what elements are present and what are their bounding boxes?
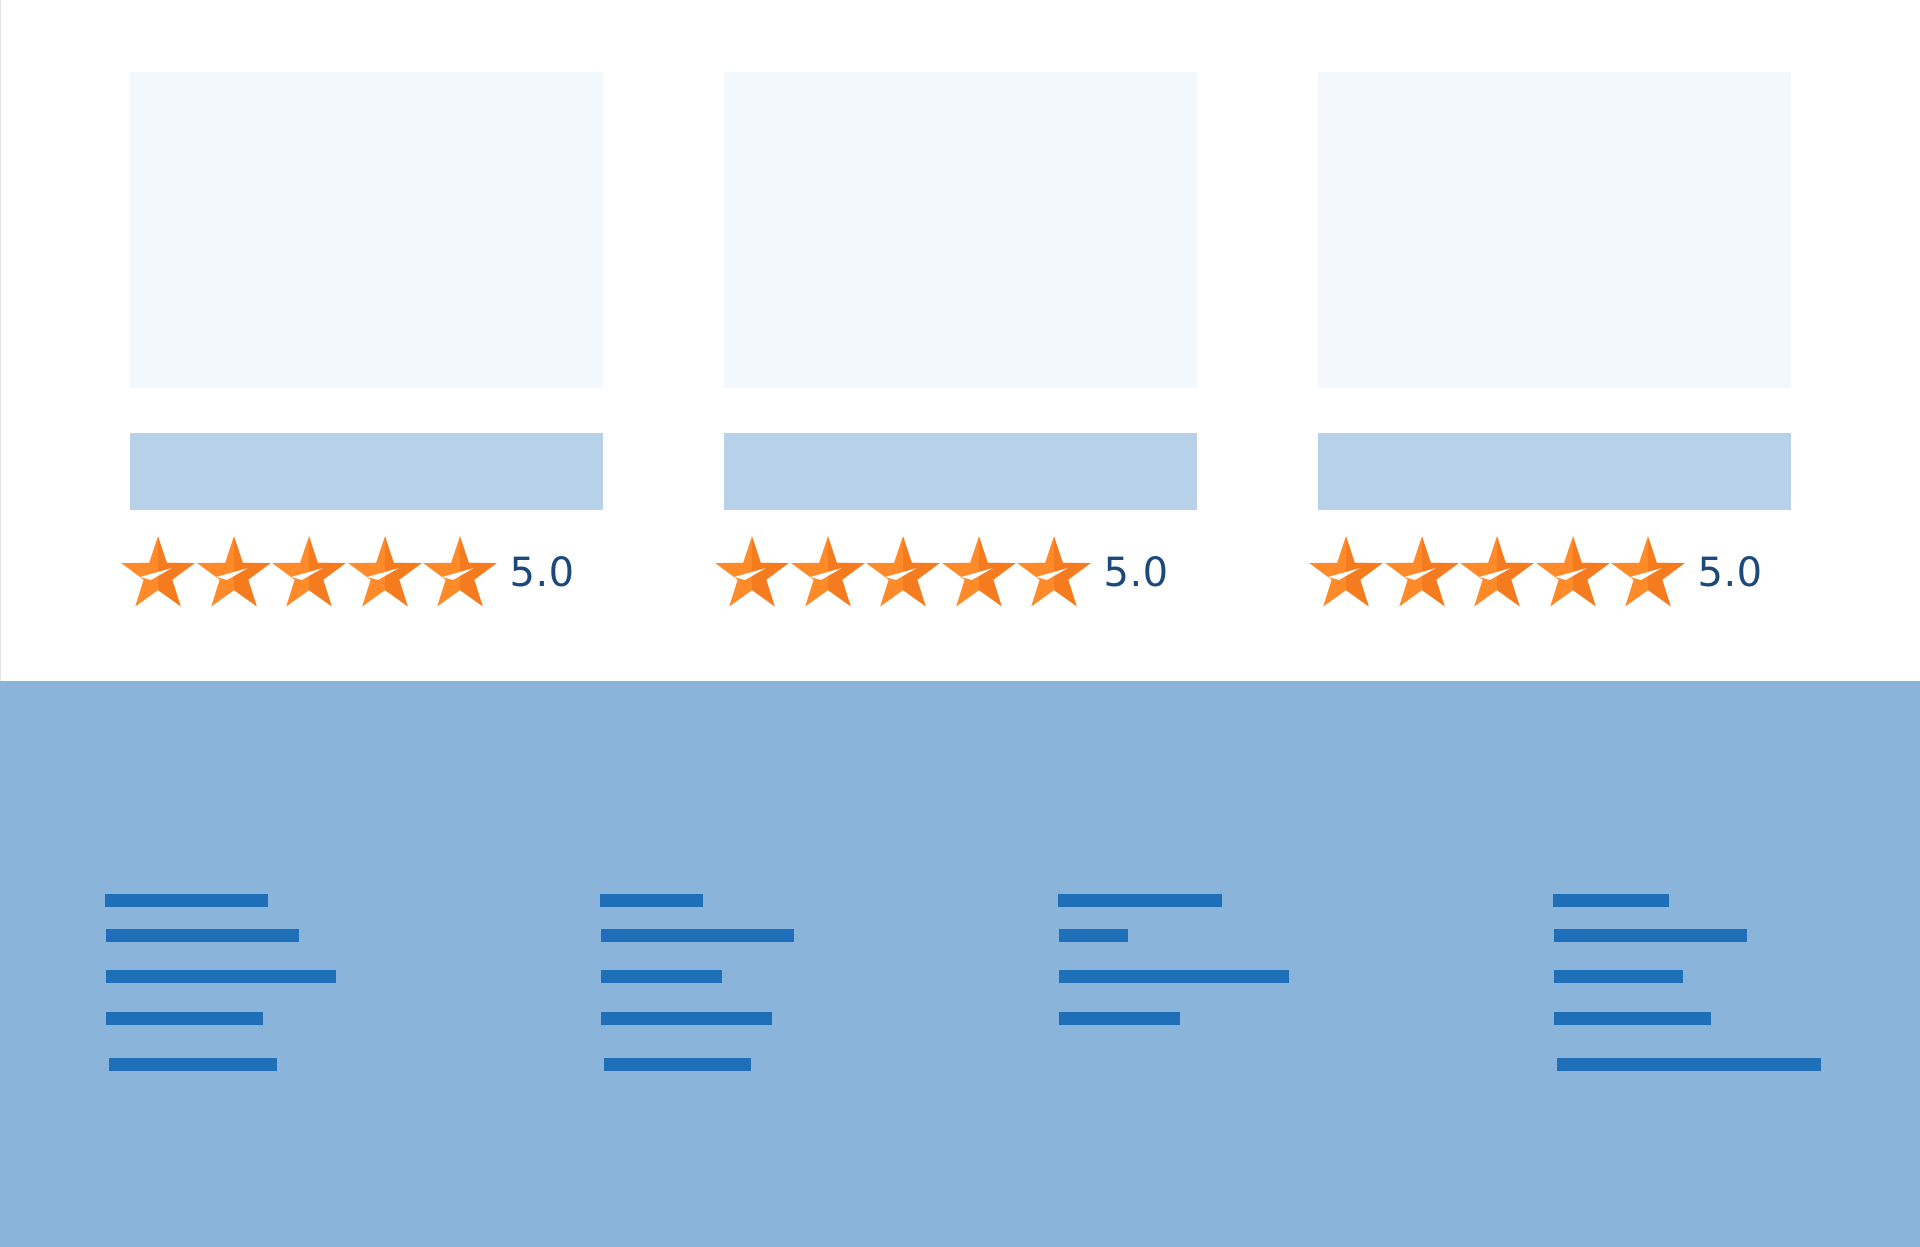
product-card-3[interactable]: 5.0: [1309, 72, 1791, 607]
star-icon: [196, 536, 271, 607]
footer-link-placeholder[interactable]: [1557, 1058, 1821, 1071]
star-icon: [272, 536, 346, 607]
product-image-placeholder[interactable]: [1318, 72, 1791, 388]
footer-link-placeholder[interactable]: [1058, 894, 1222, 907]
product-title-placeholder[interactable]: [724, 433, 1197, 510]
footer-link-placeholder[interactable]: [604, 1058, 751, 1071]
product-card-2[interactable]: 5.0: [715, 72, 1197, 607]
footer: [0, 681, 1920, 1247]
star-icon: [715, 536, 789, 607]
footer-link-placeholder[interactable]: [1059, 1012, 1180, 1025]
product-image-placeholder[interactable]: [130, 72, 603, 388]
footer-link-placeholder[interactable]: [106, 929, 299, 942]
footer-link-placeholder[interactable]: [1059, 970, 1289, 983]
footer-link-placeholder[interactable]: [601, 929, 794, 942]
star-icon: [1535, 536, 1610, 607]
footer-link-placeholder[interactable]: [601, 970, 722, 983]
footer-link-placeholder[interactable]: [601, 1012, 772, 1025]
product-title-placeholder[interactable]: [1318, 433, 1791, 510]
footer-link-placeholder[interactable]: [109, 1058, 277, 1071]
page: 5.0 5.0 5.0: [0, 0, 1920, 1247]
product-grid-section: 5.0 5.0 5.0: [0, 0, 1920, 681]
star-icon: [1017, 536, 1091, 607]
star-icon: [1384, 536, 1459, 607]
rating-value: 5.0: [1697, 550, 1763, 596]
star-icon: [790, 536, 865, 607]
page-left-border: [0, 0, 1, 681]
product-image-placeholder[interactable]: [724, 72, 1197, 388]
star-rating: 5.0: [1308, 535, 1763, 611]
star-rating: 5.0: [120, 535, 575, 611]
footer-link-placeholder[interactable]: [1554, 929, 1747, 942]
rating-value: 5.0: [509, 550, 575, 596]
footer-link-placeholder[interactable]: [1553, 894, 1669, 907]
star-icon: [347, 536, 422, 607]
star-icon: [1611, 536, 1685, 607]
footer-link-placeholder[interactable]: [1059, 929, 1128, 942]
star-icon: [423, 536, 497, 607]
rating-value: 5.0: [1103, 550, 1169, 596]
star-icon: [866, 536, 940, 607]
star-icon: [121, 536, 195, 607]
footer-link-placeholder[interactable]: [1554, 1012, 1711, 1025]
footer-link-placeholder[interactable]: [105, 894, 268, 907]
star-rating: 5.0: [714, 535, 1169, 611]
star-icon: [1309, 536, 1383, 607]
footer-link-placeholder[interactable]: [1554, 970, 1683, 983]
product-title-placeholder[interactable]: [130, 433, 603, 510]
star-icon: [1460, 536, 1534, 607]
footer-link-placeholder[interactable]: [600, 894, 703, 907]
footer-link-placeholder[interactable]: [106, 970, 336, 983]
star-icon: [941, 536, 1016, 607]
footer-link-placeholder[interactable]: [106, 1012, 263, 1025]
product-card-1[interactable]: 5.0: [121, 72, 603, 607]
